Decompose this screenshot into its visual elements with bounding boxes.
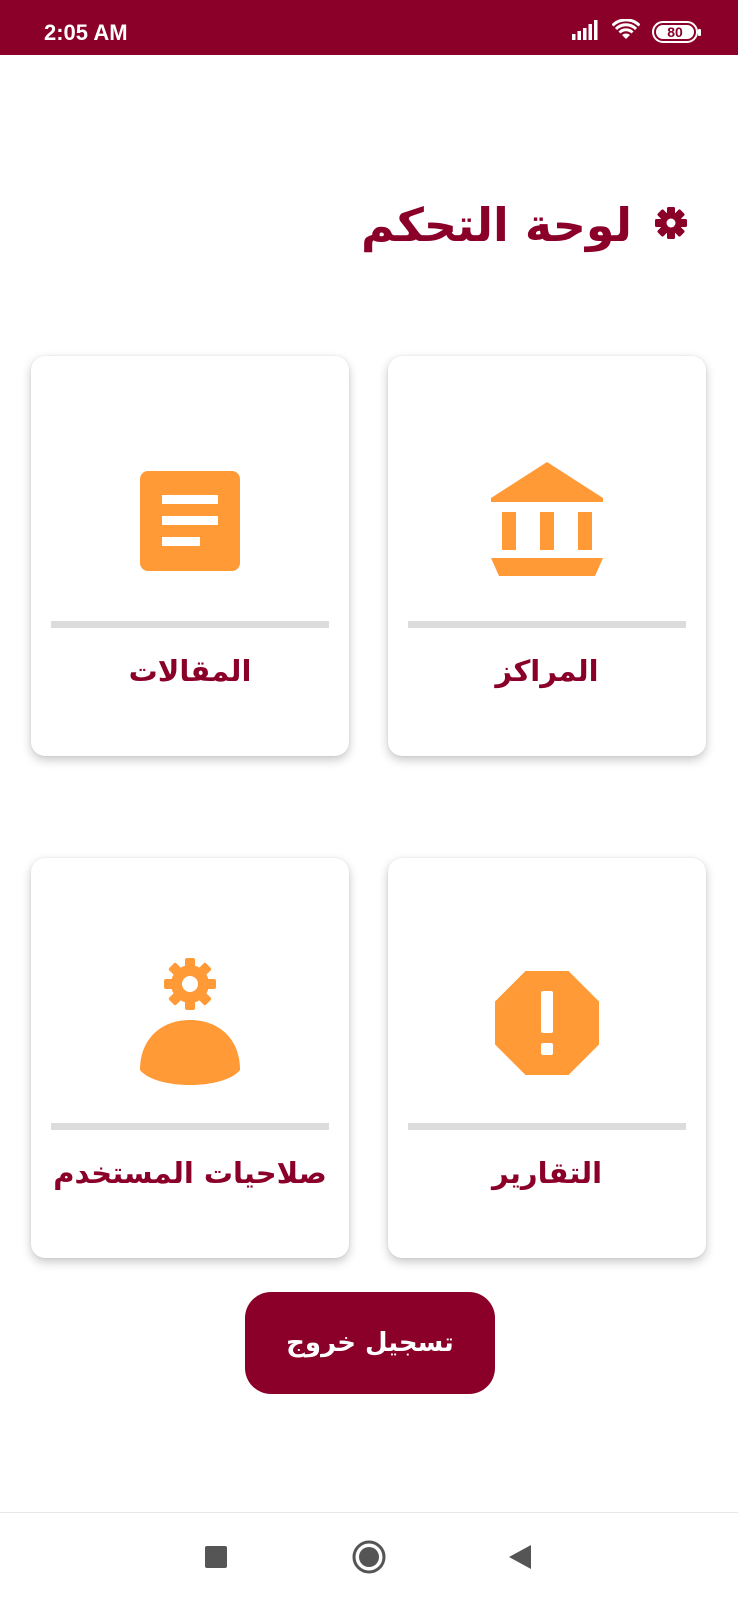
back-icon[interactable] [498, 1535, 542, 1579]
card-divider [408, 621, 686, 628]
card-divider [408, 1123, 686, 1130]
user-settings-icon [31, 958, 349, 1088]
status-time: 2:05 AM [44, 20, 128, 45]
bank-icon [388, 456, 706, 586]
card-divider [51, 1123, 329, 1130]
signal-icon [572, 20, 600, 44]
wifi-icon [611, 18, 641, 45]
screen: 2:05 AM 80 لوحة التحكم المراكز المقالات … [0, 0, 738, 1600]
status-bar: 2:05 AM 80 [0, 0, 738, 55]
recents-icon[interactable] [194, 1535, 238, 1579]
nav-bar [0, 1512, 738, 1600]
battery-icon: 80 [652, 21, 701, 43]
article-icon [31, 456, 349, 586]
gear-icon [654, 206, 688, 244]
card-label: التقارير [491, 1156, 603, 1190]
card-label: المراكز [495, 654, 599, 688]
report-alert-icon [388, 958, 706, 1088]
home-icon[interactable] [347, 1535, 391, 1579]
card-articles[interactable]: المقالات [31, 356, 349, 756]
card-centers[interactable]: المراكز [388, 356, 706, 756]
logout-button[interactable]: تسجيل خروج [245, 1292, 495, 1394]
card-user-permissions[interactable]: صلاحيات المستخدم [31, 858, 349, 1258]
card-label: المقالات [128, 654, 252, 688]
status-icons: 80 [572, 18, 701, 45]
page-title: لوحة التحكم [361, 198, 632, 252]
page-header: لوحة التحكم [361, 195, 688, 255]
card-divider [51, 621, 329, 628]
battery-level: 80 [667, 24, 683, 40]
card-reports[interactable]: التقارير [388, 858, 706, 1258]
card-label: صلاحيات المستخدم [53, 1156, 327, 1190]
